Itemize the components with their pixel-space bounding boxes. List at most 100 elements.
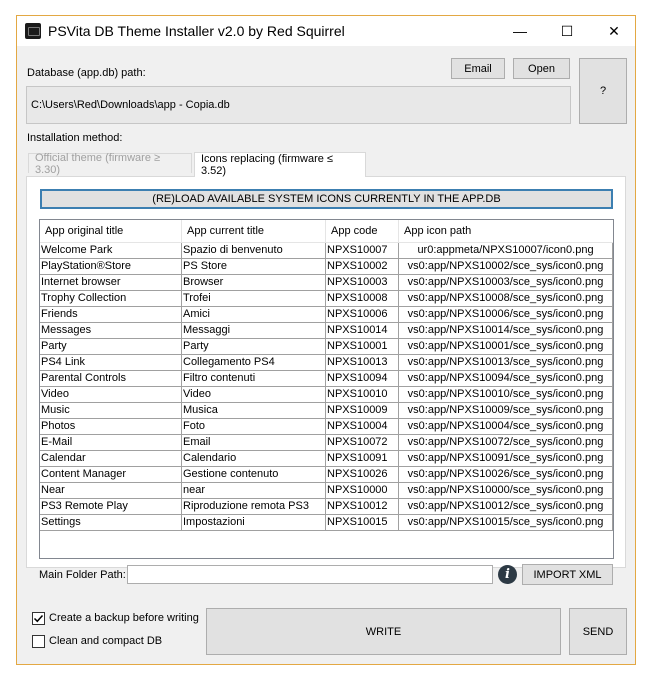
send-button[interactable]: SEND: [569, 608, 627, 655]
column-header[interactable]: App code: [326, 220, 399, 242]
db-path-label: Database (app.db) path:: [27, 67, 146, 79]
table-cell: Messaggi: [182, 323, 326, 339]
info-icon[interactable]: i: [498, 565, 517, 584]
table-cell: Calendario: [182, 451, 326, 467]
table-row[interactable]: PS3 Remote Play Riproduzione remota PS3 NP…: [40, 499, 613, 515]
table-cell: vs0:app/NPXS10000/sce_sys/icon0.png: [399, 483, 613, 499]
app-icon: [25, 23, 41, 39]
table-cell: Trophy Collection: [40, 291, 182, 307]
table-row[interactable]: Calendar Calendario NPXS10091 vs0:app/NPXS1…: [40, 451, 613, 467]
table-cell: PS3 Remote Play: [40, 499, 182, 515]
column-header[interactable]: App icon path: [399, 220, 613, 242]
table-cell: NPXS10000: [326, 483, 399, 499]
table-cell: vs0:app/NPXS10014/sce_sys/icon0.png: [399, 323, 613, 339]
help-button[interactable]: ?: [579, 58, 627, 124]
table-cell: NPXS10008: [326, 291, 399, 307]
table-cell: Near: [40, 483, 182, 499]
table-cell: vs0:app/NPXS10094/sce_sys/icon0.png: [399, 371, 613, 387]
table-cell: NPXS10015: [326, 515, 399, 531]
table-cell: vs0:app/NPXS10072/sce_sys/icon0.png: [399, 435, 613, 451]
table-cell: ur0:appmeta/NPXS10007/icon0.png: [399, 243, 613, 259]
db-path-field[interactable]: C:\Users\Red\Downloads\app - Copia.db: [26, 86, 571, 124]
table-header: App original title App current title App…: [40, 220, 613, 243]
table-cell: Riproduzione remota PS3: [182, 499, 326, 515]
table-row[interactable]: Near near NPXS10000 vs0:app/NPXS10000/sce_s…: [40, 483, 613, 499]
table-cell: Parental Controls: [40, 371, 182, 387]
table-cell: near: [182, 483, 326, 499]
table-cell: Settings: [40, 515, 182, 531]
table-cell: Foto: [182, 419, 326, 435]
clean-compact-checkbox[interactable]: [32, 635, 45, 648]
table-cell: Messages: [40, 323, 182, 339]
table-row[interactable]: Internet browser Browser NPXS10003 vs0:app/…: [40, 275, 613, 291]
app-window: PSVita DB Theme Installer v2.0 by Red Sq…: [16, 15, 636, 665]
table-cell: PS4 Link: [40, 355, 182, 371]
table-row[interactable]: Photos Foto NPXS10004 vs0:app/NPXS10004/sce…: [40, 419, 613, 435]
table-cell: Musica: [182, 403, 326, 419]
table-row[interactable]: Trophy Collection Trofei NPXS10008 vs0:app/…: [40, 291, 613, 307]
column-header[interactable]: App current title: [182, 220, 326, 242]
table-cell: Welcome Park: [40, 243, 182, 259]
table-cell: NPXS10010: [326, 387, 399, 403]
table-cell: Content Manager: [40, 467, 182, 483]
table-cell: PlayStation®Store: [40, 259, 182, 275]
table-row[interactable]: Video Video NPXS10010 vs0:app/NPXS10010/sce…: [40, 387, 613, 403]
table-cell: NPXS10007: [326, 243, 399, 259]
table-row[interactable]: PlayStation®Store PS Store NPXS10002 vs0:ap…: [40, 259, 613, 275]
reload-icons-button[interactable]: (RE)LOAD AVAILABLE SYSTEM ICONS CURRENTL…: [40, 189, 613, 209]
table-row[interactable]: Music Musica NPXS10009 vs0:app/NPXS10009/sc…: [40, 403, 613, 419]
table-cell: Collegamento PS4: [182, 355, 326, 371]
minimize-button[interactable]: —: [497, 16, 543, 46]
maximize-button[interactable]: ☐: [544, 16, 590, 46]
table-cell: NPXS10002: [326, 259, 399, 275]
table-row[interactable]: Content Manager Gestione contenuto NPXS100…: [40, 467, 613, 483]
table-cell: Music: [40, 403, 182, 419]
write-button[interactable]: WRITE: [206, 608, 561, 655]
import-xml-button[interactable]: IMPORT XML: [522, 564, 613, 585]
table-cell: NPXS10009: [326, 403, 399, 419]
table-cell: Browser: [182, 275, 326, 291]
table-cell: NPXS10004: [326, 419, 399, 435]
table-cell: vs0:app/NPXS10009/sce_sys/icon0.png: [399, 403, 613, 419]
table-cell: vs0:app/NPXS10010/sce_sys/icon0.png: [399, 387, 613, 403]
tab-official-theme[interactable]: Official theme (firmware ≥ 3.30): [28, 152, 192, 176]
table-row[interactable]: E-Mail Email NPXS10072 vs0:app/NPXS10072/sc…: [40, 435, 613, 451]
email-button[interactable]: Email: [451, 58, 505, 79]
window-title: PSVita DB Theme Installer v2.0 by Red Sq…: [48, 23, 345, 39]
table-cell: Video: [40, 387, 182, 403]
table-cell: Gestione contenuto: [182, 467, 326, 483]
table-cell: NPXS10012: [326, 499, 399, 515]
apps-table[interactable]: App original title App current title App…: [39, 219, 614, 559]
main-folder-input[interactable]: [127, 565, 493, 584]
title-bar[interactable]: PSVita DB Theme Installer v2.0 by Red Sq…: [17, 16, 635, 46]
db-path-value: C:\Users\Red\Downloads\app - Copia.db: [31, 99, 230, 111]
table-cell: vs0:app/NPXS10006/sce_sys/icon0.png: [399, 307, 613, 323]
table-row[interactable]: Party Party NPXS10001 vs0:app/NPXS10001/sce…: [40, 339, 613, 355]
backup-checkbox[interactable]: [32, 612, 45, 625]
table-cell: Photos: [40, 419, 182, 435]
table-cell: Party: [182, 339, 326, 355]
table-cell: NPXS10001: [326, 339, 399, 355]
table-cell: vs0:app/NPXS10002/sce_sys/icon0.png: [399, 259, 613, 275]
table-cell: NPXS10013: [326, 355, 399, 371]
table-row[interactable]: PS4 Link Collegamento PS4 NPXS10013 vs0:app…: [40, 355, 613, 371]
table-cell: Video: [182, 387, 326, 403]
checkmark-icon: [33, 614, 44, 623]
open-button[interactable]: Open: [513, 58, 570, 79]
table-cell: Trofei: [182, 291, 326, 307]
table-cell: vs0:app/NPXS10091/sce_sys/icon0.png: [399, 451, 613, 467]
close-button[interactable]: ✕: [591, 16, 637, 46]
column-header[interactable]: App original title: [40, 220, 182, 242]
table-row[interactable]: Messages Messaggi NPXS10014 vs0:app/NPXS100…: [40, 323, 613, 339]
table-row[interactable]: Settings Impostazioni NPXS10015 vs0:app/NPX…: [40, 515, 613, 531]
table-cell: NPXS10094: [326, 371, 399, 387]
table-row[interactable]: Friends Amici NPXS10006 vs0:app/NPXS10006/s…: [40, 307, 613, 323]
table-cell: Email: [182, 435, 326, 451]
tab-icons-replacing[interactable]: Icons replacing (firmware ≤ 3.52): [194, 152, 366, 177]
table-cell: Calendar: [40, 451, 182, 467]
table-cell: PS Store: [182, 259, 326, 275]
table-row[interactable]: Parental Controls Filtro contenuti NPXS100…: [40, 371, 613, 387]
table-cell: vs0:app/NPXS10003/sce_sys/icon0.png: [399, 275, 613, 291]
table-row[interactable]: Welcome Park Spazio di benvenuto NPXS10007…: [40, 243, 613, 259]
table-cell: Spazio di benvenuto: [182, 243, 326, 259]
